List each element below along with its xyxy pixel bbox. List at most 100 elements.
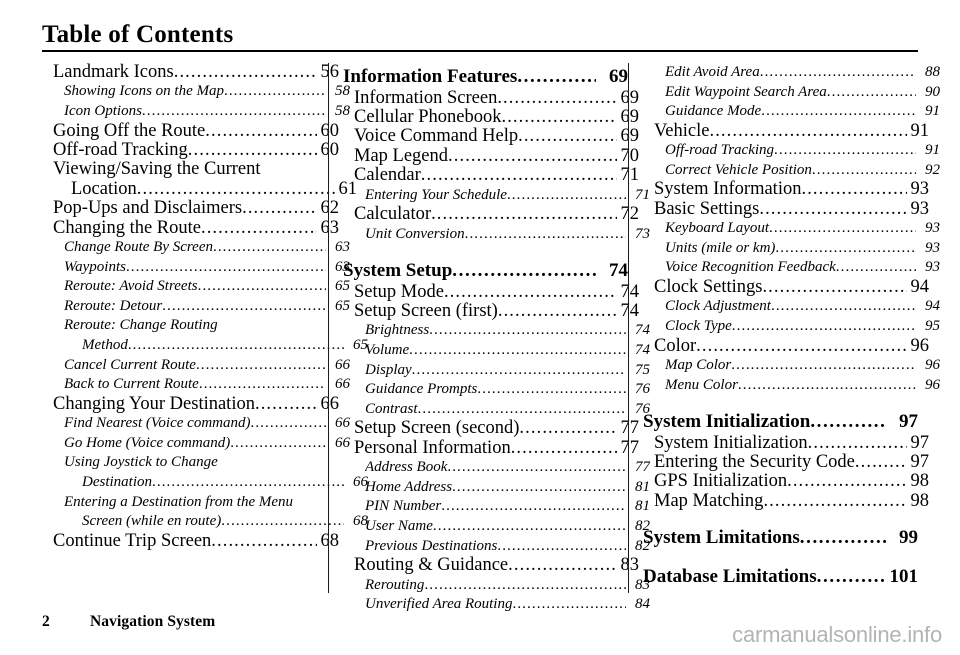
toc-entry-label: System Setup <box>343 260 453 282</box>
toc-entry[interactable]: Waypoints...............................… <box>64 258 350 278</box>
toc-dot-leader: ........................................… <box>127 337 344 353</box>
toc-entry[interactable]: GPS Initialization......................… <box>654 472 929 491</box>
toc-entry[interactable]: Entering Your Schedule..................… <box>365 186 650 206</box>
toc-entry[interactable]: Entering a Destination from the Menu....… <box>64 493 350 513</box>
toc-entry[interactable]: System Initialization...................… <box>643 411 918 434</box>
toc-entry[interactable]: Contrast................................… <box>365 400 650 420</box>
toc-dot-leader: ........................................… <box>417 400 626 417</box>
toc-entry-page: 98 <box>910 491 930 511</box>
toc-entry[interactable]: Go Home (Voice command).................… <box>64 434 350 454</box>
toc-dot-leader: ........................................… <box>775 239 916 256</box>
toc-entry[interactable]: Vehicle.................................… <box>654 122 929 141</box>
toc-entry[interactable]: Information Screen......................… <box>354 89 639 108</box>
toc-entry[interactable]: Going Off the Route.....................… <box>53 122 339 141</box>
toc-entry[interactable]: Off-road Tracking.......................… <box>665 141 940 161</box>
toc-entry[interactable]: Location................................… <box>71 180 357 199</box>
toc-entry[interactable]: Cellular Phonebook......................… <box>354 108 639 127</box>
toc-entry[interactable]: Showing Icons on the Map................… <box>64 82 350 102</box>
toc-dot-leader: ........................................… <box>731 356 916 373</box>
toc-entry-label: Entering Your Schedule <box>365 186 507 203</box>
toc-entry[interactable]: Cancel Current Route....................… <box>64 356 350 376</box>
toc-entry[interactable]: System Limitations......................… <box>643 527 918 550</box>
toc-dot-leader: ........................................… <box>223 83 326 100</box>
toc-dot-leader: ........................................… <box>807 433 907 453</box>
toc-entry[interactable]: Keyboard Layout.........................… <box>665 219 940 239</box>
toc-dot-leader: ........................................… <box>731 317 916 334</box>
toc-entry[interactable]: Unverified Area Routing.................… <box>365 595 650 615</box>
toc-entry[interactable]: Address Book............................… <box>365 458 650 478</box>
toc-entry[interactable]: Rerouting...............................… <box>365 576 650 596</box>
toc-entry[interactable]: Landmark Icons..........................… <box>53 63 339 82</box>
toc-entry-label: Map Color <box>665 356 732 373</box>
toc-entry[interactable]: Display.................................… <box>365 361 650 381</box>
toc-entry[interactable]: Map Legend..............................… <box>354 147 639 166</box>
toc-entry[interactable]: Setup Screen (second)...................… <box>354 419 639 438</box>
toc-entry[interactable]: Method..................................… <box>82 336 368 356</box>
toc-entry[interactable]: Color...................................… <box>654 337 929 356</box>
toc-entry[interactable]: Pop-Ups and Disclaimers.................… <box>53 199 339 218</box>
toc-dot-leader: ........................................… <box>448 146 617 166</box>
toc-entry-label: Correct Vehicle Position <box>665 161 812 178</box>
toc-entry[interactable]: Viewing/Saving the Current..............… <box>53 160 339 179</box>
toc-dot-leader: ........................................… <box>424 576 626 593</box>
toc-entry[interactable]: Routing & Guidance......................… <box>354 556 639 575</box>
toc-entry[interactable]: System Initialization...................… <box>654 434 929 453</box>
toc-entry[interactable]: Destination.............................… <box>82 473 368 493</box>
toc-dot-leader: ........................................… <box>411 361 626 378</box>
toc-columns: Landmark Icons..........................… <box>42 63 940 612</box>
toc-entry[interactable]: Information Features....................… <box>343 66 628 89</box>
toc-entry[interactable]: Calculator..............................… <box>354 205 639 224</box>
toc-entry[interactable]: Find Nearest (Voice command)............… <box>64 414 350 434</box>
toc-entry[interactable]: Edit Waypoint Search Area...............… <box>665 83 940 103</box>
toc-entry[interactable]: Brightness..............................… <box>365 321 650 341</box>
toc-entry[interactable]: Entering the Security Code..............… <box>654 453 929 472</box>
toc-entry[interactable]: Map Matching............................… <box>654 492 929 511</box>
toc-entry[interactable]: Basic Settings..........................… <box>654 200 929 219</box>
toc-entry[interactable]: Voice Recognition Feedback..............… <box>665 258 940 278</box>
toc-entry[interactable]: System Setup............................… <box>343 260 628 283</box>
toc-entry[interactable]: Clock Settings..........................… <box>654 278 929 297</box>
toc-entry[interactable]: Personal Information....................… <box>354 439 639 458</box>
toc-entry-label: Setup Screen (second) <box>354 419 520 439</box>
toc-entry[interactable]: Unit Conversion.........................… <box>365 225 650 245</box>
toc-entry[interactable]: Changing the Route......................… <box>53 219 339 238</box>
toc-entry[interactable]: Units (mile or km)......................… <box>665 239 940 259</box>
toc-entry[interactable]: Guidance Mode...........................… <box>665 102 940 122</box>
toc-dot-leader: ........................................… <box>250 415 326 432</box>
toc-entry[interactable]: Database Limitations....................… <box>643 566 918 589</box>
toc-entry[interactable]: Clock Adjustment........................… <box>665 297 940 317</box>
toc-entry[interactable]: System Information......................… <box>654 180 929 199</box>
toc-entry[interactable]: Correct Vehicle Position................… <box>665 161 940 181</box>
toc-entry[interactable]: Clock Type..............................… <box>665 317 940 337</box>
toc-entry[interactable]: Menu Color..............................… <box>665 376 940 396</box>
toc-entry[interactable]: Reroute: Avoid Streets..................… <box>64 277 350 297</box>
toc-entry[interactable]: Setup Mode..............................… <box>354 283 639 302</box>
toc-entry[interactable]: Icon Options............................… <box>64 102 350 122</box>
toc-entry[interactable]: Previous Destinations...................… <box>365 537 650 557</box>
title-divider-rule <box>42 50 918 52</box>
toc-entry-label: Home Address <box>365 478 453 495</box>
toc-entry[interactable]: Home Address............................… <box>365 478 650 498</box>
toc-entry[interactable]: Using Joystick to Change................… <box>64 453 350 473</box>
toc-entry-page: 97 <box>899 411 918 433</box>
toc-entry[interactable]: Change Route By Screen..................… <box>64 238 350 258</box>
toc-entry[interactable]: PIN Number..............................… <box>365 497 650 517</box>
toc-entry-label: Edit Avoid Area <box>665 64 760 80</box>
toc-entry[interactable]: Setup Screen (first)....................… <box>354 302 639 321</box>
toc-entry[interactable]: Changing Your Destination...............… <box>53 395 339 414</box>
toc-entry[interactable]: Edit Avoid Area.........................… <box>665 63 940 83</box>
toc-entry[interactable]: Continue Trip Screen....................… <box>53 532 339 551</box>
toc-entry[interactable]: Back to Current Route...................… <box>64 375 350 395</box>
toc-entry[interactable]: Voice Command Help......................… <box>354 127 639 146</box>
toc-entry[interactable]: Off-road Tracking.......................… <box>53 141 339 160</box>
toc-entry-page: 97 <box>910 433 930 453</box>
toc-entry[interactable]: Reroute: Change Routing.................… <box>64 316 350 336</box>
toc-entry[interactable]: Volume..................................… <box>365 341 650 361</box>
toc-entry[interactable]: Guidance Prompts........................… <box>365 380 650 400</box>
toc-entry[interactable]: User Name...............................… <box>365 517 650 537</box>
toc-entry[interactable]: Reroute: Detour.........................… <box>64 297 350 317</box>
toc-entry[interactable]: Map Color...............................… <box>665 356 940 376</box>
toc-entry[interactable]: Screen (while en route).................… <box>82 512 368 532</box>
toc-entry[interactable]: Calendar................................… <box>354 166 639 185</box>
